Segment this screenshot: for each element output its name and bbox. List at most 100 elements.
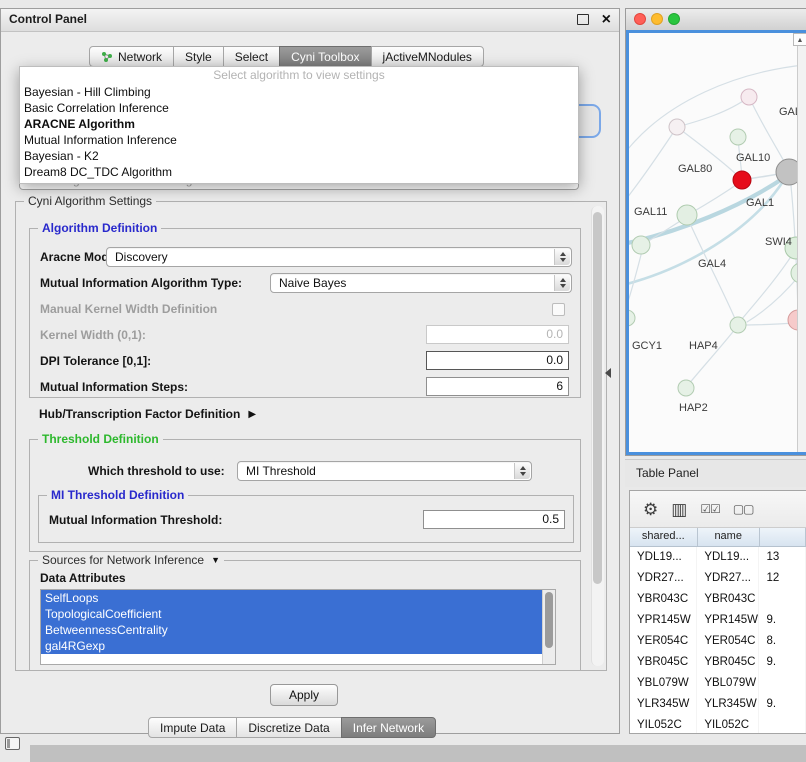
sources-group: Sources for Network Inference ▼ Data Att…: [29, 560, 581, 671]
scroll-up-icon[interactable]: ▲: [793, 33, 806, 46]
tab-select[interactable]: Select: [223, 46, 280, 67]
node-label: HAP2: [679, 402, 708, 414]
control-panel-titlebar[interactable]: Control Panel ×: [1, 9, 619, 32]
tab-jactivemnodules[interactable]: jActiveMNodules: [371, 46, 484, 67]
algorithm-option[interactable]: Mutual Information Inference: [20, 132, 578, 148]
attribute-list[interactable]: SelfLoopsTopologicalCoefficientBetweenne…: [40, 589, 556, 665]
table-row[interactable]: YBL079WYBL079W: [630, 673, 806, 694]
tab-label: Infer Network: [353, 721, 424, 735]
tab-discretize-data[interactable]: Discretize Data: [236, 717, 341, 738]
algorithm-definition-title: Algorithm Definition: [38, 221, 161, 235]
dpi-tolerance-field[interactable]: 0.0: [426, 351, 569, 370]
expand-arrow-icon[interactable]: ▶: [248, 409, 256, 420]
settings-icon[interactable]: ⚙: [643, 501, 658, 518]
table-row[interactable]: YBR045CYBR045C9.: [630, 652, 806, 673]
close-traffic-light[interactable]: [634, 13, 646, 25]
table-panel-window: ⚙▥☑☑▢▢ shared...name YDL19...YDL19...13Y…: [629, 490, 806, 734]
network-node[interactable]: [733, 171, 751, 189]
mi-type-value: Naive Bayes: [279, 274, 346, 292]
network-node[interactable]: [632, 236, 650, 254]
mi-steps-field[interactable]: 6: [426, 377, 569, 396]
which-threshold-select[interactable]: MI Threshold: [237, 461, 532, 481]
table-cell: YBR045C: [630, 652, 697, 673]
table-cell: YLR345W: [630, 694, 697, 715]
scrollbar-thumb[interactable]: [593, 212, 602, 584]
network-node[interactable]: [730, 129, 746, 145]
network-edge: [688, 219, 736, 321]
bottom-tab-bar: Impute DataDiscretize Data Infer Network: [148, 717, 436, 738]
table-row[interactable]: YPR145WYPR145W9.: [630, 610, 806, 631]
manual-kernel-label: Manual Kernel Width Definition: [40, 302, 217, 316]
close-icon[interactable]: ×: [602, 10, 611, 30]
network-edge: [741, 252, 794, 320]
kernel-width-field[interactable]: 0.0: [426, 325, 569, 344]
tab-impute-data[interactable]: Impute Data: [148, 717, 237, 738]
stepper-arrows-icon: [554, 249, 570, 265]
network-window-titlebar[interactable]: [626, 9, 806, 31]
float-window-icon[interactable]: [577, 14, 589, 25]
column-header-shared-[interactable]: shared...: [630, 528, 698, 546]
algorithm-option[interactable]: ARACNE Algorithm: [20, 116, 578, 132]
select-all-icon[interactable]: ☑☑: [700, 503, 720, 515]
network-node[interactable]: [669, 119, 685, 135]
network-canvas[interactable]: GAL7GAL80GAL10GAL1GAL11SWI4GAL4GCY1HAP4Y…: [626, 30, 806, 455]
minimize-traffic-light[interactable]: [651, 13, 663, 25]
clear-selection-icon[interactable]: ▢▢: [733, 503, 754, 515]
network-node[interactable]: [677, 205, 697, 225]
table-cell: YPR145W: [697, 610, 759, 631]
attribute-items: SelfLoopsTopologicalCoefficientBetweenne…: [41, 590, 555, 654]
sources-group-title[interactable]: Sources for Network Inference ▼: [38, 553, 224, 567]
scrollbar-thumb[interactable]: [545, 592, 553, 648]
restore-panel-icon[interactable]: [5, 737, 20, 750]
attribute-item[interactable]: TopologicalCoefficient: [41, 606, 555, 622]
column-header-name[interactable]: name: [698, 528, 760, 546]
node-label: GAL80: [678, 163, 712, 175]
attribute-item[interactable]: BetweennessCentrality: [41, 622, 555, 638]
table-row[interactable]: YBR043CYBR043C: [630, 589, 806, 610]
apply-button[interactable]: Apply: [270, 684, 338, 706]
splitter-collapse-icon[interactable]: [605, 368, 611, 378]
mi-threshold-group-title: MI Threshold Definition: [47, 488, 188, 502]
tab-cyni-toolbox[interactable]: Cyni Toolbox: [279, 46, 371, 67]
settings-scrollbar[interactable]: [591, 206, 604, 666]
threshold-definition-group: Threshold Definition Which threshold to …: [29, 439, 581, 552]
network-node[interactable]: [741, 89, 757, 105]
table-cell: YIL052C: [630, 715, 697, 734]
network-node[interactable]: [678, 380, 694, 396]
list-scrollbar[interactable]: [542, 590, 555, 664]
table-panel-titlebar[interactable]: Table Panel: [625, 459, 806, 487]
attribute-item[interactable]: gal4RGexp: [41, 638, 555, 654]
network-node[interactable]: [629, 310, 635, 326]
table-row[interactable]: YLR345WYLR345W9.: [630, 694, 806, 715]
tab-style[interactable]: Style: [173, 46, 224, 67]
aracne-mode-select[interactable]: Discovery: [106, 247, 572, 267]
table-row[interactable]: YER054CYER054C8.: [630, 631, 806, 652]
mi-type-select[interactable]: Naive Bayes: [270, 273, 572, 293]
mi-threshold-field[interactable]: 0.5: [423, 510, 565, 529]
tab-infer-network[interactable]: Infer Network: [341, 717, 436, 738]
algorithm-option[interactable]: Bayesian - K2: [20, 148, 578, 164]
tab-network[interactable]: Network: [89, 46, 174, 67]
column-header-2[interactable]: [760, 528, 806, 546]
columns-icon[interactable]: ▥: [671, 501, 687, 518]
table-row[interactable]: YDL19...YDL19...13: [630, 547, 806, 568]
hub-definition-label: Hub/Transcription Factor Definition: [39, 407, 240, 421]
table-row[interactable]: YIL052CYIL052C: [630, 715, 806, 734]
algorithm-option[interactable]: Basic Correlation Inference: [20, 100, 578, 116]
node-label: HAP4: [689, 340, 718, 352]
algorithm-option[interactable]: Bayesian - Hill Climbing: [20, 84, 578, 100]
aracne-mode-value: Discovery: [115, 248, 168, 266]
node-label: GAL11: [634, 206, 667, 218]
attribute-item[interactable]: SelfLoops: [41, 590, 555, 606]
table-row[interactable]: YDR27...YDR27...12: [630, 568, 806, 589]
network-node[interactable]: [730, 317, 746, 333]
manual-kernel-checkbox[interactable]: [552, 303, 565, 316]
mi-threshold-group: MI Threshold Definition Mutual Informati…: [38, 495, 574, 543]
hub-definition-section[interactable]: Hub/Transcription Factor Definition ▶: [39, 407, 256, 421]
network-scrollbar[interactable]: [797, 33, 806, 452]
collapse-arrow-icon[interactable]: ▼: [211, 555, 220, 565]
node-label: GCY1: [632, 340, 662, 352]
zoom-traffic-light[interactable]: [668, 13, 680, 25]
table-cell: YLR345W: [697, 694, 759, 715]
algorithm-option[interactable]: Dream8 DC_TDC Algorithm: [20, 164, 578, 180]
